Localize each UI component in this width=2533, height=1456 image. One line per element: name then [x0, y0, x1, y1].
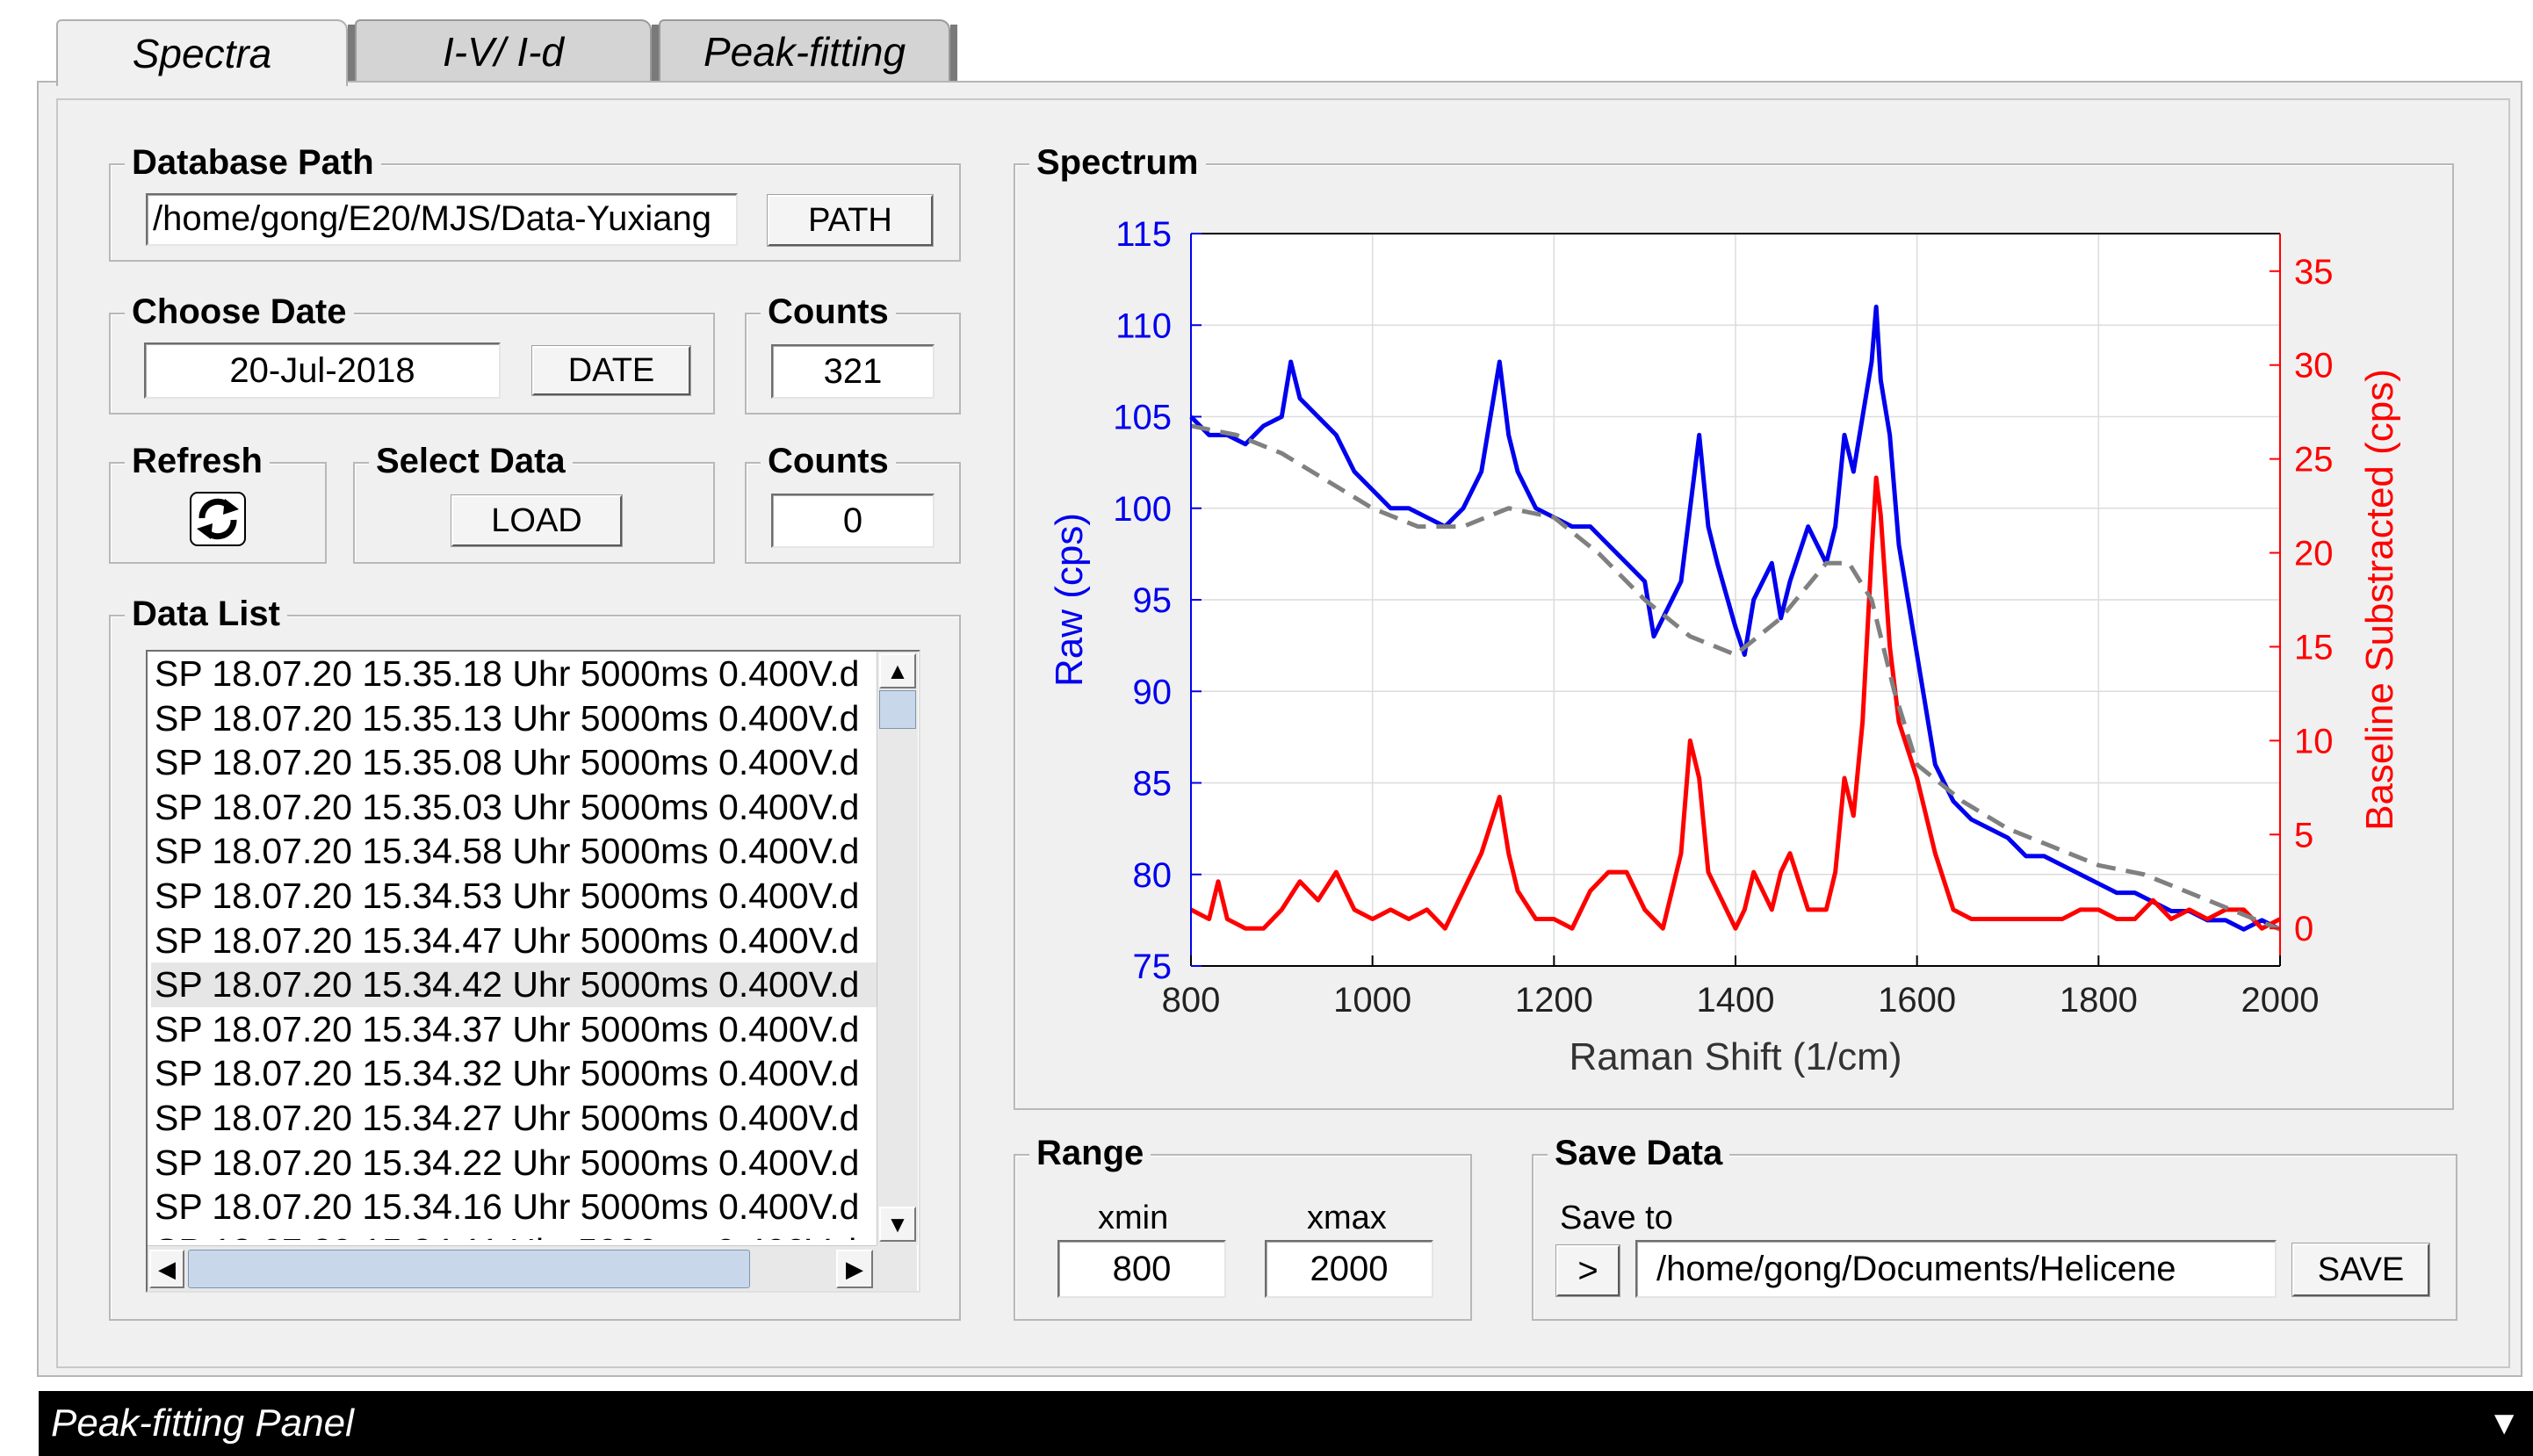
list-item[interactable]: SP 18.07.20 15.34.42 Uhr 5000ms 0.400V.d — [151, 962, 877, 1007]
database-path-title: Database Path — [125, 141, 381, 184]
counts-field-bottom[interactable]: 0 — [771, 494, 935, 548]
refresh-icon[interactable] — [190, 492, 246, 546]
list-item[interactable]: SP 18.07.20 15.34.37 Uhr 5000ms 0.400V.d — [151, 1007, 877, 1052]
tab-iv-id[interactable]: I-V/ I-d — [355, 19, 652, 83]
tab-divider — [950, 25, 957, 83]
vertical-scrollbar[interactable]: ▲ ▼ — [877, 652, 918, 1245]
load-button[interactable]: LOAD — [451, 494, 623, 547]
list-item[interactable]: SP 18.07.20 15.34.27 Uhr 5000ms 0.400V.d — [151, 1096, 877, 1141]
horizontal-scrollbar[interactable]: ◀ ▶ — [148, 1245, 877, 1291]
select-data-title: Select Data — [369, 439, 573, 483]
list-item[interactable]: SP 18.07.20 15.34.11 Uhr 5000ms 0.400V.d — [151, 1229, 877, 1240]
peak-fitting-panel-bar[interactable]: Peak-fitting Panel ▼ — [39, 1391, 2533, 1456]
tab-divider — [348, 25, 355, 83]
data-list-rows: SP 18.07.20 15.35.18 Uhr 5000ms 0.400V.d… — [151, 652, 877, 1240]
list-item[interactable]: SP 18.07.20 15.35.18 Uhr 5000ms 0.400V.d — [151, 652, 877, 696]
list-item[interactable]: SP 18.07.20 15.34.58 Uhr 5000ms 0.400V.d — [151, 829, 877, 874]
xmax-field[interactable]: 2000 — [1265, 1240, 1433, 1298]
tab-iv-id-label: I-V/ I-d — [442, 29, 565, 75]
save-button[interactable]: SAVE — [2291, 1243, 2430, 1297]
choose-date-title: Choose Date — [125, 290, 354, 334]
save-to-label: Save to — [1560, 1200, 1673, 1236]
scroll-corner — [877, 1245, 917, 1291]
counts-field-top[interactable]: 321 — [771, 344, 935, 399]
xmin-field[interactable]: 800 — [1057, 1240, 1226, 1298]
counts-title-bottom: Counts — [761, 439, 896, 483]
list-item[interactable]: SP 18.07.20 15.35.08 Uhr 5000ms 0.400V.d — [151, 740, 877, 785]
path-button[interactable]: PATH — [767, 194, 934, 247]
horizontal-scroll-thumb[interactable] — [188, 1250, 750, 1288]
save-data-title: Save Data — [1548, 1131, 1730, 1175]
spectrum-group: Spectrum — [1014, 141, 2454, 1110]
tab-divider — [652, 25, 659, 83]
list-item[interactable]: SP 18.07.20 15.34.16 Uhr 5000ms 0.400V.d — [151, 1185, 877, 1229]
counts-title-top: Counts — [761, 290, 896, 334]
tab-peak-fitting-label: Peak-fitting — [703, 29, 906, 75]
database-path-field[interactable]: /home/gong/E20/MJS/Data-Yuxiang — [146, 193, 738, 246]
scroll-left-arrow[interactable]: ◀ — [149, 1250, 184, 1288]
list-item[interactable]: SP 18.07.20 15.34.22 Uhr 5000ms 0.400V.d — [151, 1141, 877, 1186]
date-button[interactable]: DATE — [531, 345, 691, 396]
scroll-right-arrow[interactable]: ▶ — [836, 1250, 873, 1288]
browse-button[interactable]: > — [1555, 1244, 1620, 1297]
data-listbox[interactable]: SP 18.07.20 15.35.18 Uhr 5000ms 0.400V.d… — [146, 650, 920, 1293]
date-field[interactable]: 20-Jul-2018 — [144, 342, 501, 399]
xmin-label: xmin — [1098, 1200, 1169, 1236]
vertical-scroll-thumb[interactable] — [879, 690, 916, 729]
refresh-title: Refresh — [125, 439, 270, 483]
peak-fitting-panel-label: Peak-fitting Panel — [51, 1402, 354, 1445]
xmax-label: xmax — [1307, 1200, 1387, 1236]
save-path-field[interactable]: /home/gong/Documents/Helicene — [1635, 1240, 2277, 1298]
list-item[interactable]: SP 18.07.20 15.34.53 Uhr 5000ms 0.400V.d — [151, 874, 877, 919]
tab-spectra-label: Spectra — [132, 31, 272, 76]
scroll-down-arrow[interactable]: ▼ — [879, 1207, 916, 1242]
list-item[interactable]: SP 18.07.20 15.34.47 Uhr 5000ms 0.400V.d — [151, 919, 877, 963]
scroll-up-arrow[interactable]: ▲ — [879, 653, 916, 688]
range-title: Range — [1029, 1131, 1151, 1175]
chevron-down-icon[interactable]: ▼ — [2487, 1391, 2521, 1456]
list-item[interactable]: SP 18.07.20 15.35.03 Uhr 5000ms 0.400V.d — [151, 785, 877, 830]
tab-peak-fitting[interactable]: Peak-fitting — [659, 19, 950, 83]
data-list-title: Data List — [125, 592, 287, 636]
list-item[interactable]: SP 18.07.20 15.35.13 Uhr 5000ms 0.400V.d — [151, 696, 877, 741]
list-item[interactable]: SP 18.07.20 15.34.32 Uhr 5000ms 0.400V.d — [151, 1051, 877, 1096]
spectrum-title: Spectrum — [1029, 141, 1206, 184]
tab-spectra[interactable]: Spectra — [56, 19, 348, 86]
